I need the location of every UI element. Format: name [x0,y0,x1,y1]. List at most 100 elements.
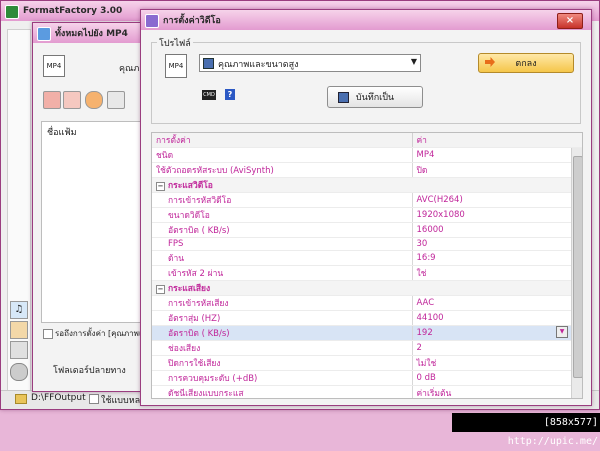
profile-select[interactable]: คุณภาพและขนาดสูง ▼ [199,54,421,72]
convert-icon [37,27,51,41]
setting-label: FPS [152,237,413,251]
category-label: กระแสเสียง [168,284,211,294]
settings-category[interactable]: − กระแสเสียง [152,280,582,296]
collapse-icon[interactable]: − [156,285,165,294]
setting-label: การเข้ารหัสเสียง [152,295,413,311]
dialog-icon [145,14,159,28]
settings-row[interactable]: ขนาดวิดีโอ 1920x1080 [152,207,582,223]
setting-value[interactable]: MP4 [412,148,570,163]
settings-scrollbar[interactable] [571,148,582,398]
settings-row[interactable]: การควบคุมระดับ (+dB) 0 dB [152,370,582,386]
ok-button[interactable]: ตกลง [478,53,574,73]
app-title: FormatFactory 3.00 [23,6,123,16]
settings-row[interactable]: การเข้ารหัสเสียง AAC [152,295,582,311]
setting-value[interactable]: AAC [412,295,570,311]
header-value: ค่า [412,133,570,148]
settings-category[interactable]: − กระแสวิดีโอ [152,177,582,193]
settings-header: การตั้งค่า ค่า [152,133,582,148]
profile-select-value: คุณภาพและขนาดสูง [218,60,299,70]
watermark-bar: [858x577] http://upic.me/ [452,413,600,447]
clear-button[interactable] [107,91,125,109]
watermark-url: http://upic.me/ [507,436,598,447]
convert-title: ทั้งหมดไปยัง MP4 [55,29,128,39]
setting-label: ขนาดวิดีโอ [152,207,413,223]
value-dropdown-icon[interactable]: ▼ [556,326,568,338]
category-cell[interactable]: − กระแสเสียง [152,280,582,296]
output-folder-label: โฟลเดอร์ปลายทาง [53,366,126,376]
setting-label: ปิดการใช้เสียง [152,355,413,371]
save-as-label: บันทึกเป็น [355,93,395,103]
scrollbar-thumb[interactable] [573,156,582,378]
ok-arrow-icon [485,57,495,67]
status-output-path: D:\FFOutput [31,393,86,403]
setting-label: ด้าน [152,250,413,266]
status-folder-icon [15,394,27,404]
category-cell[interactable]: − กระแสวิดีโอ [152,177,582,193]
setting-value[interactable]: 2 [412,340,570,356]
setting-label: ดัชนีเสียงแบบกระแส [152,385,413,398]
ok-button-label: ตกลง [515,59,537,69]
setting-label: อัตราบิต ( KB/s) [152,325,413,341]
settings-row[interactable]: ใช้ตัวถอดรหัสระบบ (AviSynth) ปิด [152,162,582,178]
setting-label: ใช้ตัวถอดรหัสระบบ (AviSynth) [152,162,413,178]
mp4-icon: MP4 [43,55,65,77]
convert-window: ทั้งหมดไปยัง MP4 MP4 คุณภ ชื่อแฟ้ม รอถึง… [32,22,155,392]
settings-body: ชนิด MP4 ใช้ตัวถอดรหัสระบบ (AviSynth) ปิด − ก… [152,148,582,398]
collapse-icon[interactable]: − [156,182,165,191]
dialog-title: การตั้งค่าวิดีโอ [163,16,221,26]
cmd-icon[interactable]: CMD [202,90,216,100]
setting-label: อัตราบิต ( KB/s) [152,222,413,238]
setting-value[interactable]: 1920x1080 [412,207,570,223]
tool-disc-icon[interactable] [10,363,28,381]
setting-label: การควบคุมระดับ (+dB) [152,370,413,386]
play-button[interactable] [85,91,103,109]
dialog-close-button[interactable]: × [557,13,583,29]
settings-row[interactable]: ชนิด MP4 [152,148,582,163]
settings-row[interactable]: การเข้ารหัสวิดีโอ AVC(H264) [152,192,582,208]
setting-value[interactable]: ค่าเริ่มต้น [412,385,570,398]
status-option-checkbox[interactable] [89,394,99,404]
remove-button[interactable] [63,91,81,109]
file-list-header: ชื่อแฟ้ม [47,128,77,138]
tool-audio-icon[interactable]: ♫ [10,301,28,319]
tool-rom-icon[interactable] [10,341,28,359]
settings-row[interactable]: อัตราบิต ( KB/s) 192 ▼ [152,325,582,341]
settings-row[interactable]: FPS 30 [152,237,582,251]
help-icon[interactable]: ? [225,89,235,100]
setting-value[interactable]: ปิด [412,162,570,178]
setting-value[interactable]: 44100 [412,310,570,326]
settings-row[interactable]: อัตราสุ่ม (HZ) 44100 [152,310,582,326]
category-label: กระแสวิดีโอ [168,181,213,191]
setting-value[interactable]: ใช่ [412,265,570,281]
settings-row[interactable]: ด้าน 16:9 [152,250,582,266]
setting-value[interactable]: ไม่ใช่ [412,355,570,371]
settings-row[interactable]: อัตราบิต ( KB/s) 16000 [152,222,582,238]
setting-label: การเข้ารหัสวิดีโอ [152,192,413,208]
settings-grid[interactable]: การตั้งค่า ค่า ชนิด MP4 ใช้ตัวถอดรหัสระบบ … [151,132,583,399]
file-list[interactable] [41,121,155,323]
settings-row[interactable]: ปิดการใช้เสียง ไม่ใช่ [152,355,582,371]
setting-value[interactable]: 192 ▼ [412,325,570,341]
add-file-button[interactable] [43,91,61,109]
save-as-button[interactable]: บันทึกเป็น [327,86,423,108]
settings-row[interactable]: เข้ารหัส 2 ผ่าน ใช่ [152,265,582,281]
settings-row[interactable]: ช่องเสียง 2 [152,340,582,356]
setting-label: เข้ารหัส 2 ผ่าน [152,265,413,281]
setting-label: ช่องเสียง [152,340,413,356]
dialog-titlebar: การตั้งค่าวิดีโอ × [141,10,591,30]
setting-value[interactable]: 30 [412,237,570,251]
profile-group-label: โปรไฟล์ [157,36,193,50]
video-settings-dialog: การตั้งค่าวิดีโอ × โปรไฟล์ MP4 คุณภาพและ… [140,9,592,406]
chevron-down-icon: ▼ [410,57,417,66]
wait-checkbox[interactable] [43,329,53,339]
tool-picture-icon[interactable] [10,321,28,339]
watermark-size: [858x577] [543,417,598,428]
settings-row[interactable]: ดัชนีเสียงแบบกระแส ค่าเริ่มต้น [152,385,582,398]
header-setting: การตั้งค่า [152,133,413,148]
setting-label: อัตราสุ่ม (HZ) [152,310,413,326]
profile-select-icon [203,58,214,69]
setting-value[interactable]: 0 dB [412,370,570,386]
setting-value[interactable]: 16000 [412,222,570,238]
setting-value[interactable]: 16:9 [412,250,570,266]
setting-value[interactable]: AVC(H264) [412,192,570,208]
